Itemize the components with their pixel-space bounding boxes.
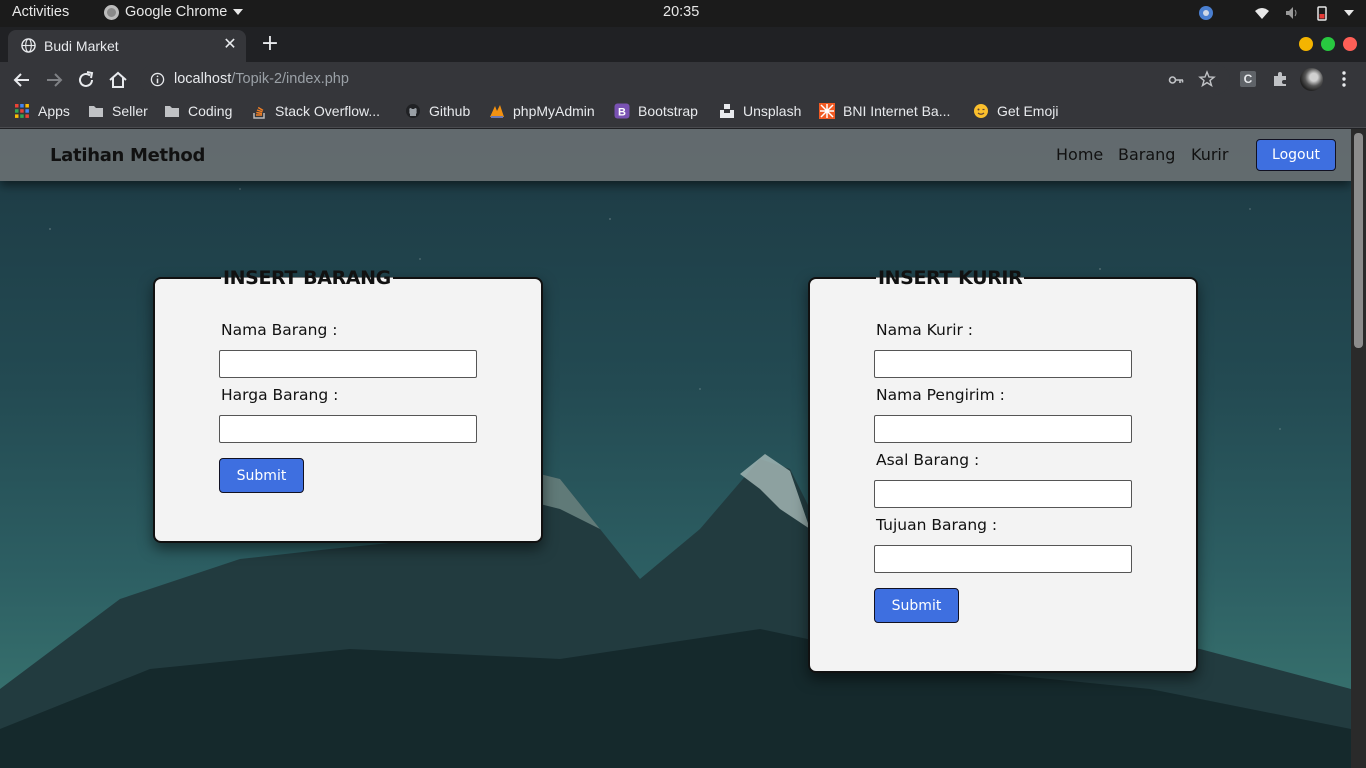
forward-icon[interactable] bbox=[43, 69, 65, 91]
folder-icon bbox=[165, 106, 179, 117]
nama-barang-label: Nama Barang : bbox=[221, 321, 338, 339]
page-scrollbar[interactable] bbox=[1351, 129, 1366, 768]
bookmark-seller[interactable]: Seller bbox=[88, 103, 148, 119]
insert-barang-title: INSERT BARANG bbox=[221, 267, 393, 289]
nav-home-link[interactable]: Home bbox=[1056, 145, 1103, 164]
apps-grid-icon bbox=[15, 104, 29, 118]
bookmark-star-icon[interactable] bbox=[1198, 70, 1216, 88]
maximize-window-button[interactable] bbox=[1321, 37, 1335, 51]
bookmark-get-emoji[interactable]: Get Emoji bbox=[973, 103, 1058, 119]
bootstrap-icon: B bbox=[614, 103, 630, 119]
globe-icon bbox=[21, 38, 36, 53]
browser-toolbar: localhost/Topik-2/index.php C bbox=[0, 62, 1366, 97]
reload-icon[interactable] bbox=[75, 69, 97, 91]
url-text: localhost/Topik-2/index.php bbox=[174, 71, 349, 87]
clock[interactable]: 20:35 bbox=[663, 4, 699, 20]
github-icon bbox=[406, 104, 420, 118]
tujuan-barang-input[interactable] bbox=[874, 545, 1132, 573]
bookmarks-bar: Apps Seller Coding Stack Overflow... Git… bbox=[0, 97, 1366, 128]
bookmark-unsplash[interactable]: Unsplash bbox=[719, 103, 801, 119]
new-tab-icon[interactable]: + bbox=[258, 33, 282, 57]
tab-strip: Budi Market ✕ + bbox=[0, 27, 1366, 62]
unsplash-icon bbox=[720, 104, 734, 118]
app-name: Google Chrome bbox=[125, 4, 228, 20]
nav-kurir-link[interactable]: Kurir bbox=[1191, 145, 1228, 164]
submit-barang-button[interactable]: Submit bbox=[219, 458, 304, 493]
profile-avatar[interactable] bbox=[1300, 68, 1323, 91]
battery-icon bbox=[1317, 6, 1327, 21]
minimize-window-button[interactable] bbox=[1299, 37, 1313, 51]
site-info-icon[interactable] bbox=[150, 72, 165, 87]
insert-kurir-card: INSERT KURIR Nama Kurir : Nama Pengirim … bbox=[808, 267, 1198, 673]
bookmark-apps[interactable]: Apps bbox=[14, 103, 70, 119]
asal-barang-input[interactable] bbox=[874, 480, 1132, 508]
nama-pengirim-input[interactable] bbox=[874, 415, 1132, 443]
key-icon[interactable] bbox=[1168, 72, 1184, 88]
scrollbar-thumb[interactable] bbox=[1354, 133, 1363, 348]
home-icon[interactable] bbox=[107, 69, 129, 91]
extensions-puzzle-icon[interactable] bbox=[1271, 70, 1289, 88]
back-icon[interactable] bbox=[11, 69, 33, 91]
bookmark-coding[interactable]: Coding bbox=[164, 103, 232, 119]
volume-icon bbox=[1286, 7, 1297, 19]
submit-kurir-button[interactable]: Submit bbox=[874, 588, 959, 623]
nama-kurir-input[interactable] bbox=[874, 350, 1132, 378]
bookmark-phpmyadmin[interactable]: phpMyAdmin bbox=[489, 103, 595, 119]
phpmyadmin-icon bbox=[490, 105, 504, 118]
bni-icon bbox=[819, 103, 835, 119]
chrome-icon bbox=[104, 4, 119, 20]
insert-barang-card: INSERT BARANG Nama Barang : Harga Barang… bbox=[153, 267, 543, 543]
harga-barang-input[interactable] bbox=[219, 415, 477, 443]
site-navbar: Latihan Method Home Barang Kurir Logout bbox=[0, 129, 1351, 181]
insert-kurir-title: INSERT KURIR bbox=[876, 267, 1025, 289]
tab-budi-market[interactable]: Budi Market ✕ bbox=[8, 30, 246, 62]
harga-barang-label: Harga Barang : bbox=[221, 386, 339, 404]
close-window-button[interactable] bbox=[1343, 37, 1357, 51]
bookmark-stack-overflow[interactable]: Stack Overflow... bbox=[251, 103, 380, 119]
tab-title: Budi Market bbox=[44, 38, 119, 54]
emoji-icon bbox=[974, 104, 988, 118]
bookmark-github[interactable]: Github bbox=[405, 103, 470, 119]
os-top-bar: Activities Google Chrome 20:35 bbox=[0, 0, 1366, 27]
more-menu-icon[interactable] bbox=[1336, 70, 1352, 88]
chrome-indicator-icon[interactable] bbox=[1198, 5, 1214, 21]
stackoverflow-icon bbox=[253, 106, 265, 119]
svg-text:B: B bbox=[618, 107, 626, 119]
nama-barang-input[interactable] bbox=[219, 350, 477, 378]
activities-button[interactable]: Activities bbox=[12, 4, 69, 20]
caret-down-icon bbox=[233, 9, 244, 15]
tujuan-barang-label: Tujuan Barang : bbox=[876, 516, 998, 534]
nav-barang-link[interactable]: Barang bbox=[1118, 145, 1175, 164]
folder-icon bbox=[89, 106, 103, 117]
bookmark-bootstrap[interactable]: B Bootstrap bbox=[614, 103, 698, 119]
app-menu[interactable]: Google Chrome bbox=[104, 4, 244, 20]
nama-pengirim-label: Nama Pengirim : bbox=[876, 386, 1005, 404]
wifi-icon bbox=[1255, 8, 1269, 19]
site-brand[interactable]: Latihan Method bbox=[50, 145, 205, 166]
asal-barang-label: Asal Barang : bbox=[876, 451, 980, 469]
extension-c-icon[interactable]: C bbox=[1240, 71, 1256, 87]
bookmark-bni[interactable]: BNI Internet Ba... bbox=[819, 103, 950, 119]
nama-kurir-label: Nama Kurir : bbox=[876, 321, 974, 339]
system-tray[interactable] bbox=[1198, 5, 1354, 21]
caret-down-icon bbox=[1344, 10, 1354, 16]
address-bar[interactable]: localhost/Topik-2/index.php bbox=[140, 64, 1230, 95]
page-viewport: Latihan Method Home Barang Kurir Logout … bbox=[0, 129, 1351, 768]
close-tab-icon[interactable]: ✕ bbox=[222, 36, 238, 54]
logout-button[interactable]: Logout bbox=[1256, 139, 1336, 171]
